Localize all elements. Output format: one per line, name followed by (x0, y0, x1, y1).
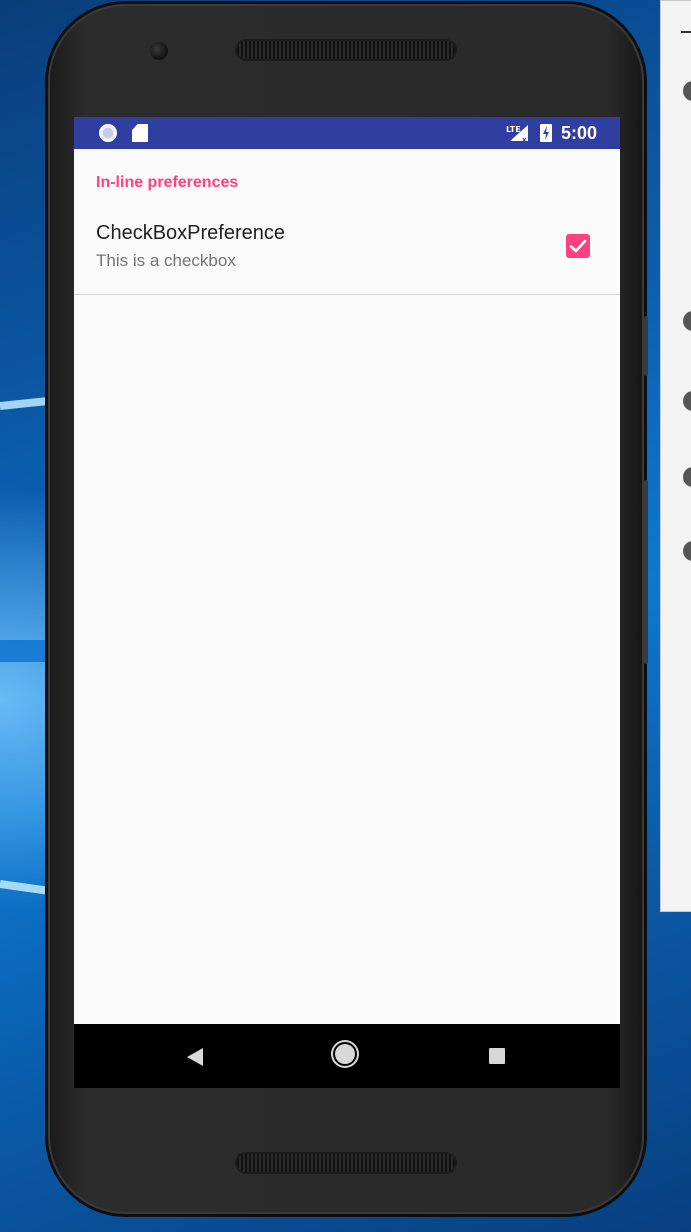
lte-signal-icon: LTE x (506, 125, 528, 143)
home-icon[interactable] (335, 1044, 355, 1064)
status-time: 5:00 (561, 123, 598, 143)
back-icon[interactable] (187, 1048, 203, 1066)
checkmark-icon (569, 239, 587, 253)
front-camera (150, 42, 168, 60)
zoom-icon[interactable] (683, 541, 691, 561)
recents-icon[interactable] (489, 1048, 505, 1064)
list-divider (74, 294, 620, 295)
navigation-bar (74, 1024, 620, 1088)
volume-icon[interactable] (683, 391, 691, 411)
preference-title: CheckBoxPreference (96, 222, 285, 244)
sd-card-icon (132, 124, 148, 142)
sync-icon (99, 124, 117, 142)
emulator-toolbar-window (660, 0, 691, 912)
preference-summary: This is a checkbox (96, 251, 236, 270)
power-icon[interactable] (683, 81, 691, 101)
screenshot-icon[interactable] (683, 467, 691, 487)
status-bar: LTE x 5:00 (74, 117, 620, 149)
network-type-label: LTE (506, 125, 521, 134)
svg-text:x: x (522, 136, 527, 143)
preference-checkbox[interactable] (566, 234, 590, 258)
bottom-speaker-grille (237, 1154, 455, 1172)
minimize-icon[interactable] (681, 31, 691, 33)
preference-category-title: In-line preferences (96, 174, 239, 191)
checkbox-preference-row[interactable]: CheckBoxPreference This is a checkbox (74, 205, 620, 295)
phone-screen: LTE x 5:00 In-line preferences CheckBoxP… (74, 117, 620, 1088)
power-side-button[interactable] (644, 316, 648, 376)
top-speaker-grille (237, 41, 455, 59)
volume-side-button[interactable] (644, 480, 648, 664)
rotate-icon[interactable] (683, 311, 691, 331)
battery-charging-icon (540, 124, 552, 142)
